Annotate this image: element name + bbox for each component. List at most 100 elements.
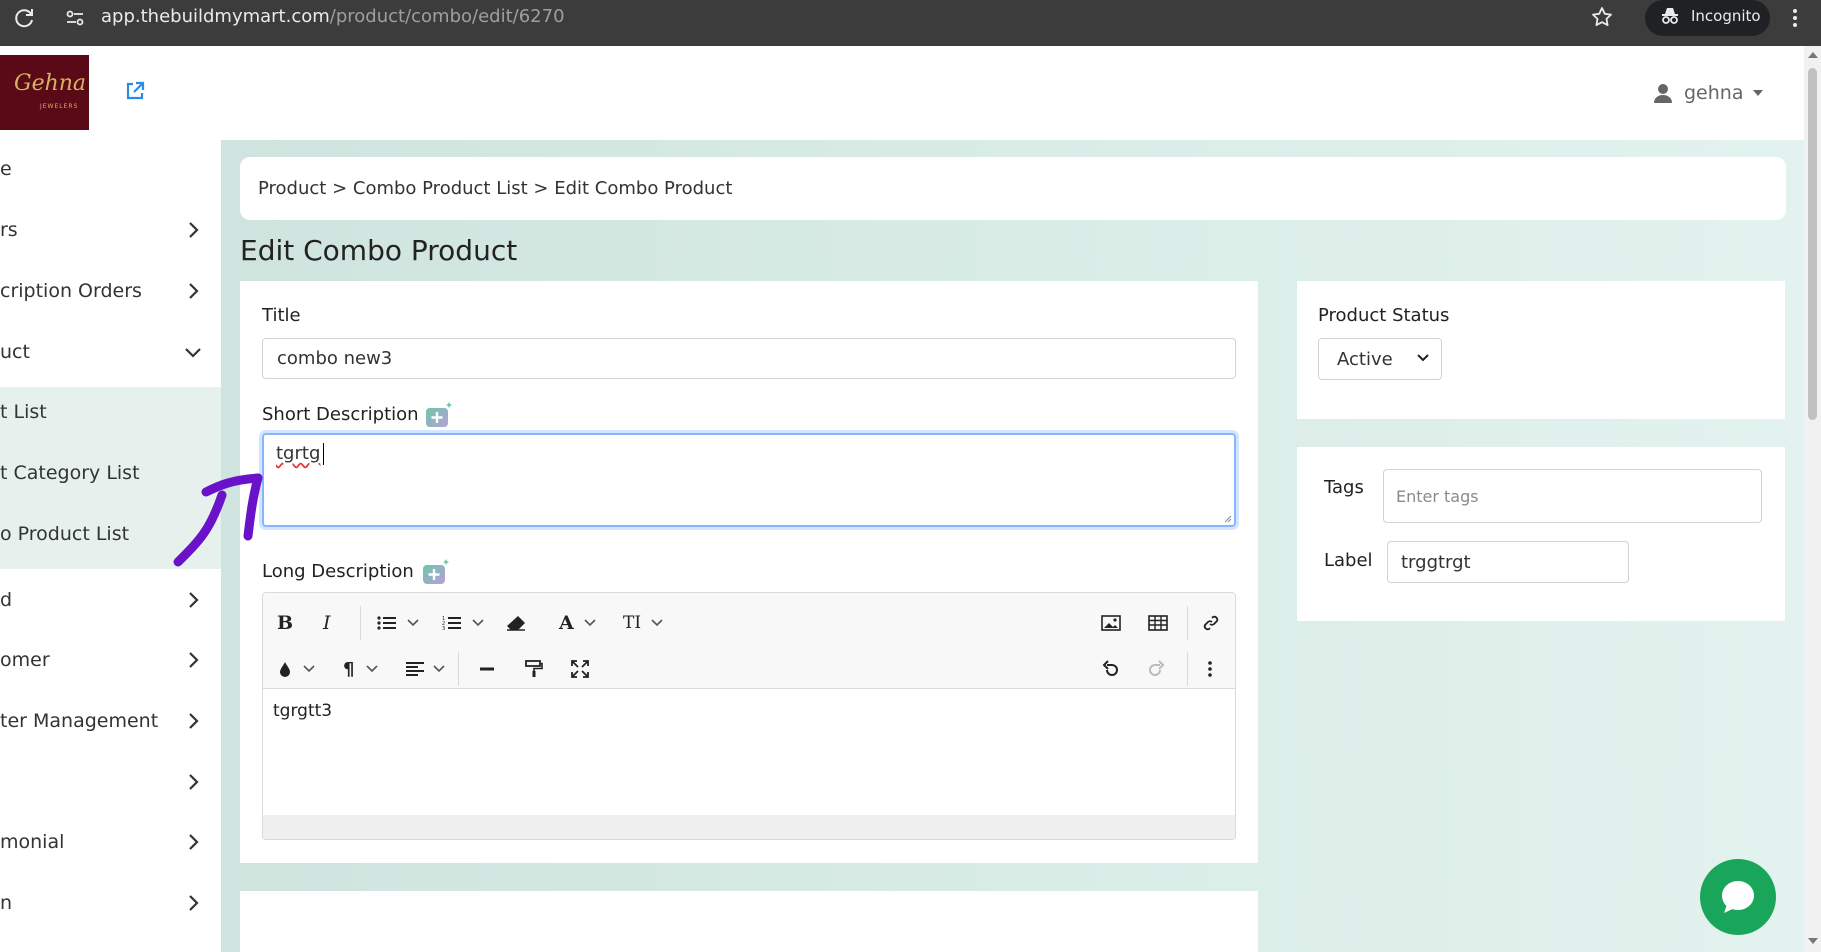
numbered-list-button[interactable]: 123 <box>442 607 484 639</box>
fullscreen-button[interactable] <box>571 653 589 685</box>
chevron-down-icon <box>1417 354 1429 362</box>
chevron-down-icon <box>303 665 315 673</box>
numbered-list-icon: 123 <box>442 616 461 631</box>
font-button[interactable]: A <box>559 607 596 639</box>
paragraph-style-button[interactable]: ¶ <box>343 653 379 685</box>
caret-down-icon <box>1753 90 1764 96</box>
sidebar-item-label: t List <box>0 401 47 423</box>
sidebar-item-orders[interactable]: rs <box>0 201 221 261</box>
chevron-right-icon <box>189 834 199 850</box>
more-options-button[interactable] <box>1207 653 1213 685</box>
tags-placeholder: Enter tags <box>1396 486 1479 506</box>
user-icon <box>1654 84 1672 103</box>
link-icon <box>1203 615 1219 631</box>
long-description-label: Long Description <box>262 561 414 582</box>
horizontal-rule-button[interactable] <box>479 653 495 685</box>
page-scrollbar[interactable] <box>1804 46 1821 952</box>
breadcrumb[interactable]: Product > Combo Product List > Edit Comb… <box>258 178 732 199</box>
sidebar-item-brand[interactable]: d <box>0 571 221 631</box>
undo-button[interactable] <box>1101 653 1119 685</box>
paragraph-icon: ¶ <box>343 658 355 680</box>
chat-button[interactable] <box>1700 859 1776 935</box>
sidebar-item-label: n <box>0 892 13 914</box>
short-description-label: Short Description <box>262 404 419 425</box>
sidebar-item-label: o Product List <box>0 523 130 545</box>
product-status-label: Product Status <box>1318 305 1450 326</box>
sidebar-item-unlabeled[interactable] <box>0 753 221 813</box>
align-button[interactable] <box>405 653 445 685</box>
sidebar-item-master-management[interactable]: ter Management <box>0 692 221 752</box>
redo-button[interactable] <box>1148 653 1166 685</box>
chevron-right-icon <box>189 652 199 668</box>
label-input[interactable]: trggtrgt <box>1387 541 1629 583</box>
sidebar-item-home[interactable]: e <box>0 140 221 200</box>
ai-generate-icon[interactable] <box>421 558 451 586</box>
sidebar-item-last[interactable]: n <box>0 874 221 934</box>
product-status-select[interactable]: Active <box>1318 338 1442 380</box>
tags-input[interactable]: Enter tags <box>1383 469 1762 523</box>
eraser-icon <box>507 616 525 631</box>
title-input[interactable]: combo new3 <box>262 338 1236 379</box>
sidebar-item-subscription-orders[interactable]: cription Orders <box>0 262 221 322</box>
sidebar-item-label: monial <box>0 831 65 853</box>
horizontal-rule-icon <box>480 667 494 671</box>
chevron-right-icon <box>189 592 199 608</box>
chevron-down-icon <box>584 619 596 627</box>
clear-format-button[interactable] <box>506 607 526 639</box>
chevron-down-icon <box>433 665 445 673</box>
chevron-right-icon <box>189 222 199 238</box>
text-size-label: TI <box>623 613 642 633</box>
scroll-down-icon[interactable] <box>1808 938 1818 944</box>
sidebar-item-product[interactable]: uct <box>0 323 221 383</box>
toolbar-separator <box>1187 606 1188 640</box>
sidebar-item-testimonial[interactable]: monial <box>0 813 221 873</box>
user-menu[interactable]: gehna <box>1652 80 1764 106</box>
short-description-textarea[interactable]: tgrtg <box>262 433 1236 527</box>
italic-button[interactable]: I <box>323 607 331 639</box>
chat-bubble-icon <box>1722 881 1754 913</box>
brand-logo[interactable]: Gehna JEWELERS <box>0 55 89 130</box>
text-size-button[interactable]: TI <box>623 607 663 639</box>
bold-button[interactable]: B <box>277 607 293 639</box>
chevron-down-icon <box>407 619 419 627</box>
url-host: app.thebuildmymart.com <box>101 6 330 27</box>
bullet-list-button[interactable] <box>377 607 419 639</box>
address-bar[interactable]: app.thebuildmymart.com/product/combo/edi… <box>101 6 565 28</box>
editor-content[interactable]: tgrgtt3 <box>273 701 332 721</box>
url-path: /product/combo/edit/6270 <box>329 6 565 27</box>
short-description-value: tgrtg <box>276 443 321 464</box>
external-link-icon[interactable] <box>124 80 146 102</box>
site-info-icon[interactable] <box>64 7 86 29</box>
bookmark-star-icon[interactable] <box>1590 5 1614 29</box>
redo-icon <box>1149 660 1165 676</box>
insert-table-button[interactable] <box>1148 607 1168 639</box>
format-painter-button[interactable] <box>525 653 543 685</box>
incognito-badge[interactable]: Incognito <box>1645 0 1770 36</box>
reload-icon[interactable] <box>12 6 36 30</box>
align-left-icon <box>406 662 424 676</box>
scroll-up-icon[interactable] <box>1808 52 1818 58</box>
text-color-button[interactable] <box>279 653 315 685</box>
toolbar-separator <box>458 652 459 686</box>
more-vertical-icon <box>1208 661 1212 677</box>
insert-link-button[interactable] <box>1202 607 1220 639</box>
toolbar-separator <box>360 606 361 640</box>
paint-roller-icon <box>525 660 543 677</box>
sidebar-item-label: rs <box>0 219 18 241</box>
insert-image-button[interactable] <box>1101 607 1121 639</box>
sidebar-item-label: omer <box>0 649 50 671</box>
logo-subtext: JEWELERS <box>40 103 79 110</box>
sidebar-item-label: d <box>0 589 13 611</box>
ai-generate-icon[interactable] <box>424 401 454 429</box>
resize-grip-icon[interactable] <box>1222 513 1232 523</box>
scrollbar-thumb[interactable] <box>1808 68 1817 420</box>
browser-toolbar: app.thebuildmymart.com/product/combo/edi… <box>0 0 1821 46</box>
sidebar-subitem-product-list[interactable]: t List <box>0 383 221 443</box>
undo-icon <box>1102 660 1118 676</box>
logo-text: Gehna <box>14 71 87 96</box>
editor-toolbar: B I 123 A TI ¶ <box>263 593 1235 689</box>
sidebar-item-customer[interactable]: omer <box>0 631 221 691</box>
browser-menu-icon[interactable] <box>1786 6 1804 30</box>
chevron-right-icon <box>189 895 199 911</box>
additional-card <box>240 891 1258 952</box>
